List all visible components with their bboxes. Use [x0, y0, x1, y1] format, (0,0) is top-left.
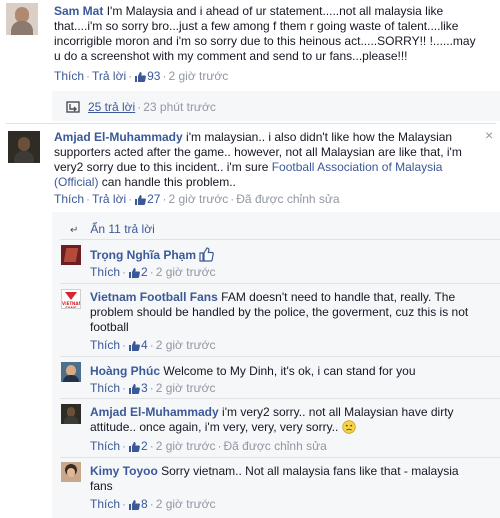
hide-replies[interactable]: ↵ Ẩn 11 trả lời	[70, 222, 155, 238]
edited-label[interactable]: Đã được chỉnh sửa	[236, 192, 339, 206]
reply-time[interactable]: 2 giờ trước	[156, 439, 216, 453]
thumbs-up-icon	[129, 442, 140, 452]
reply-body: Vietnam Football Fans FAM doesn't need t…	[90, 290, 480, 335]
comment-time[interactable]: 2 giờ trước	[168, 192, 228, 206]
like-count[interactable]: 93	[134, 69, 160, 83]
divider	[6, 123, 496, 124]
avatar-logo-text: VIETNAM FANS	[62, 301, 81, 309]
thumbs-up-icon	[135, 195, 147, 205]
reply-actions: Thích · 2 · 2 giờ trước · Đã được chỉnh sửa	[90, 439, 327, 453]
hide-replies-link[interactable]: Ẩn 11 trả lời	[90, 222, 154, 236]
reply-actions: Thích · 4 · 2 giờ trước	[90, 338, 216, 352]
like-count[interactable]: 27	[134, 192, 160, 206]
reply-actions: Thích · 2 · 2 giờ trước	[90, 265, 216, 279]
comment-body: Amjad El-Muhammady i'm malaysian.. i als…	[54, 130, 474, 190]
reply-body: Hoàng Phúc Welcome to My Dinh, it's ok, …	[90, 364, 480, 379]
reply-author[interactable]: Trọng Nghĩa Phạm	[90, 248, 196, 262]
divider	[60, 239, 500, 240]
reply-author[interactable]: Vietnam Football Fans	[90, 290, 218, 304]
avatar[interactable]	[8, 131, 40, 163]
comment-body: Sam Mat I'm Malaysia and i ahead of ur s…	[54, 4, 482, 64]
comment-text: I'm Malaysia and i ahead of ur statement…	[54, 4, 476, 63]
like-link[interactable]: Thích	[90, 381, 120, 395]
thumbs-up-outline-icon	[199, 247, 214, 262]
reply-time[interactable]: 2 giờ trước	[156, 497, 216, 511]
avatar[interactable]	[61, 362, 81, 382]
comment-actions: Thích · Trả lời · 93 · 2 giờ trước	[54, 69, 229, 83]
reply-actions: Thích · 8 · 2 giờ trước	[90, 497, 216, 511]
thumbs-up-icon	[129, 341, 140, 351]
reply-author[interactable]: Amjad El-Muhammady	[90, 405, 219, 419]
replies-time: 23 phút trước	[143, 100, 216, 114]
comment-author[interactable]: Amjad El-Muhammady	[54, 130, 183, 144]
like-count[interactable]: 3	[128, 381, 148, 395]
divider	[60, 457, 500, 458]
reply-time[interactable]: 2 giờ trước	[156, 265, 216, 279]
divider	[60, 356, 500, 357]
reply-actions: Thích · 3 · 2 giờ trước	[90, 381, 216, 395]
close-icon[interactable]: ×	[485, 128, 493, 142]
comment-time[interactable]: 2 giờ trước	[168, 69, 228, 83]
comment-actions: Thích · Trả lời · 27 · 2 giờ trước · Đã được chỉ…	[54, 192, 340, 206]
like-link[interactable]: Thích	[54, 192, 84, 206]
like-count[interactable]: 4	[128, 338, 148, 352]
thumbs-up-icon	[129, 268, 140, 278]
collapse-arrow-icon: ↵	[70, 225, 79, 236]
replies-count-link[interactable]: 25 trả lời	[88, 100, 135, 114]
reply-link[interactable]: Trả lời	[92, 192, 126, 206]
reply-time[interactable]: 2 giờ trước	[156, 338, 216, 352]
reply-link[interactable]: Trả lời	[92, 69, 126, 83]
avatar[interactable]	[6, 3, 38, 35]
divider	[60, 283, 500, 284]
comment-text-end: can handle this problem..	[98, 175, 236, 189]
reply-body: Amjad El-Muhammady i'm very2 sorry.. not…	[90, 405, 475, 435]
comment-author[interactable]: Sam Mat	[54, 4, 103, 18]
like-count[interactable]: 2	[128, 439, 148, 453]
reply-text: Welcome to My Dinh, it's ok, i can stand…	[163, 364, 416, 378]
thumbs-up-icon	[129, 384, 140, 394]
thumbs-up-icon	[135, 72, 147, 82]
thumbs-up-icon	[129, 500, 140, 510]
edited-label[interactable]: Đã được chỉnh sửa	[224, 439, 327, 453]
reply-arrow-icon	[66, 101, 80, 113]
reply-body: Kimy Toyoo Sorry vietnam.. Not all malay…	[90, 464, 480, 494]
avatar[interactable]	[61, 462, 81, 482]
like-count[interactable]: 2	[128, 265, 148, 279]
like-link[interactable]: Thích	[54, 69, 84, 83]
like-count[interactable]: 8	[128, 497, 148, 511]
reply-body: Trọng Nghĩa Phạm	[90, 247, 215, 263]
like-link[interactable]: Thích	[90, 265, 120, 279]
like-link[interactable]: Thích	[90, 439, 120, 453]
avatar[interactable]	[61, 245, 81, 265]
frown-emoticon-icon	[342, 420, 356, 434]
avatar[interactable]	[61, 404, 81, 424]
reply-time[interactable]: 2 giờ trước	[156, 381, 216, 395]
like-link[interactable]: Thích	[90, 338, 120, 352]
reply-author[interactable]: Kimy Toyoo	[90, 464, 158, 478]
reply-author[interactable]: Hoàng Phúc	[90, 364, 160, 378]
divider	[60, 398, 500, 399]
avatar[interactable]: VIETNAM FANS	[61, 289, 81, 309]
like-link[interactable]: Thích	[90, 497, 120, 511]
replies-summary[interactable]: 25 trả lời · 23 phút trước	[66, 100, 216, 114]
